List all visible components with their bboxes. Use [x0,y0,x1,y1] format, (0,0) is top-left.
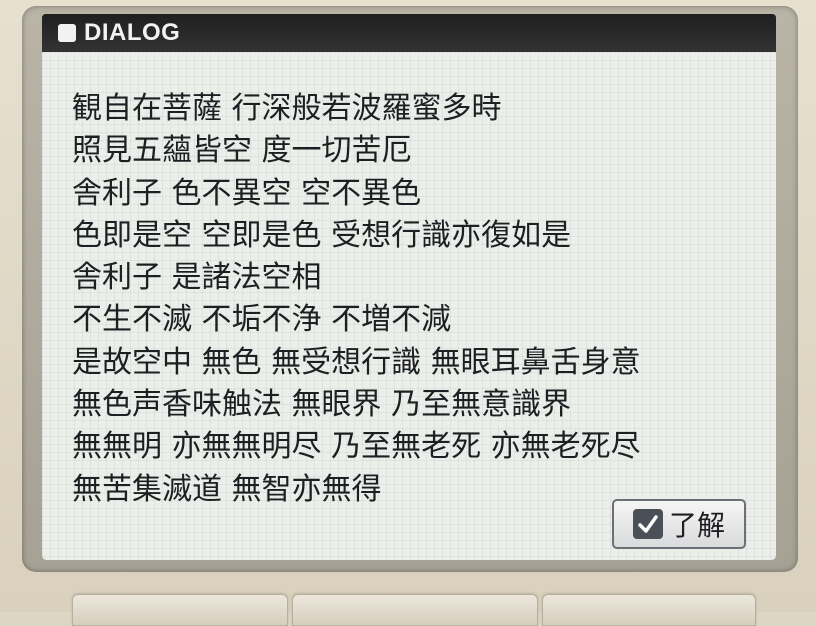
checkmark-icon [632,509,663,539]
hardware-button-center[interactable] [292,594,538,626]
text-line: 舎利子 是諸法空相 [72,260,322,296]
text-line: 不生不滅 不垢不浄 不増不減 [72,302,452,338]
text-line: 舎利子 色不異空 空不異色 [72,175,422,211]
text-line: 無色声香味触法 無眼界 乃至無意識界 [72,387,572,423]
dialog-title: DIALOG [84,19,181,46]
sutra-text: 観自在菩薩 行深般若波羅蜜多時 照見五蘊皆空 度一切苦厄 舎利子 色不異空 空不… [72,88,752,511]
hardware-button-right[interactable] [542,594,756,626]
dialog-titlebar: DIALOG [42,14,776,52]
ok-button[interactable]: 了解 [612,499,746,549]
text-line: 照見五蘊皆空 度一切苦厄 [72,133,412,169]
device-body: DIALOG 観自在菩薩 行深般若波羅蜜多時 照見五蘊皆空 度一切苦厄 舎利子 … [0,0,816,626]
window-icon [58,24,76,42]
ok-button-label: 了解 [668,509,725,542]
text-line: 色即是空 空即是色 受想行識亦復如是 [72,217,572,253]
hardware-button-left[interactable] [72,594,288,626]
lcd-screen: DIALOG 観自在菩薩 行深般若波羅蜜多時 照見五蘊皆空 度一切苦厄 舎利子 … [42,14,776,560]
text-line: 観自在菩薩 行深般若波羅蜜多時 [72,91,502,126]
dialog-content: 観自在菩薩 行深般若波羅蜜多時 照見五蘊皆空 度一切苦厄 舎利子 色不異空 空不… [42,52,776,560]
text-line: 無無明 亦無無明尽 乃至無老死 亦無老死尽 [72,429,641,465]
text-line: 是故空中 無色 無受想行識 無眼耳鼻舌身意 [72,344,641,380]
